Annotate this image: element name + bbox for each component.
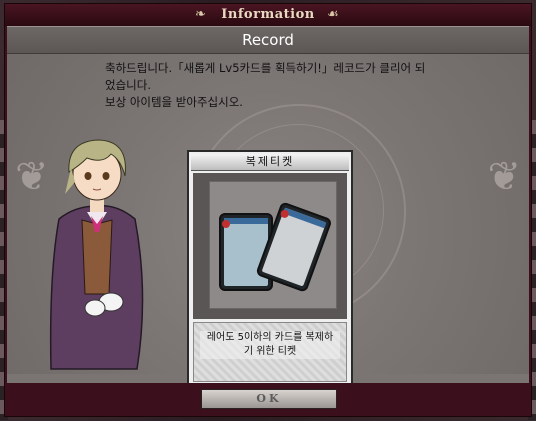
record-message: 축하드립니다.「새롭게 Lv5카드를 획득하기!」레코드가 클리어 되 었습니다…: [105, 60, 465, 111]
character-portrait: [49, 139, 144, 370]
ok-button[interactable]: OK: [201, 389, 337, 409]
reward-item-card: 복제티켓 레어도 5이하의 카드를 복제하 기 위한 티켓: [187, 150, 353, 386]
description-line-1: 레어도 5이하의 카드를 복제하: [206, 332, 334, 343]
title-bar: ❧ Information ☙: [5, 4, 531, 26]
dialog-panel: Record ❦ ❦ 축하드립니다.「새롭게 Lv5카드를 획득하기!」레코드가…: [7, 26, 529, 386]
dialog-title: Information: [221, 7, 315, 22]
record-title: Record: [242, 31, 294, 49]
sub-header: Record: [7, 27, 529, 54]
dialog-content: ❦ ❦ 축하드립니다.「새롭게 Lv5카드를 획득하기!」레코드가 클리어 되 …: [7, 54, 529, 386]
reward-description-text: 레어도 5이하의 카드를 복제하 기 위한 티켓: [200, 331, 340, 359]
flourish-right-icon: ❦: [487, 154, 521, 200]
reward-item-description: 레어도 5이하의 카드를 복제하 기 위한 티켓: [193, 322, 347, 382]
message-line-3: 보상 아이템을 받아주십시오.: [105, 95, 243, 109]
message-line-2: 었습니다.: [105, 78, 151, 92]
card-duplicate-ticket-icon: [219, 202, 331, 292]
message-line-1: 축하드립니다.「새롭게 Lv5카드를 획득하기!」레코드가 클리어 되: [105, 61, 426, 75]
reward-item-image-frame: [193, 173, 347, 319]
reward-item-image: [209, 181, 337, 309]
information-dialog: ❧ Information ☙ Record ❦ ❦ 축하드립니다.「새롭게 L…: [4, 3, 532, 417]
dialog-footer: OK: [7, 383, 529, 413]
reward-item-name: 복제티켓: [191, 154, 349, 171]
description-line-2: 기 위한 티켓: [243, 346, 297, 357]
title-ornament-right-icon: ☙: [327, 7, 339, 22]
